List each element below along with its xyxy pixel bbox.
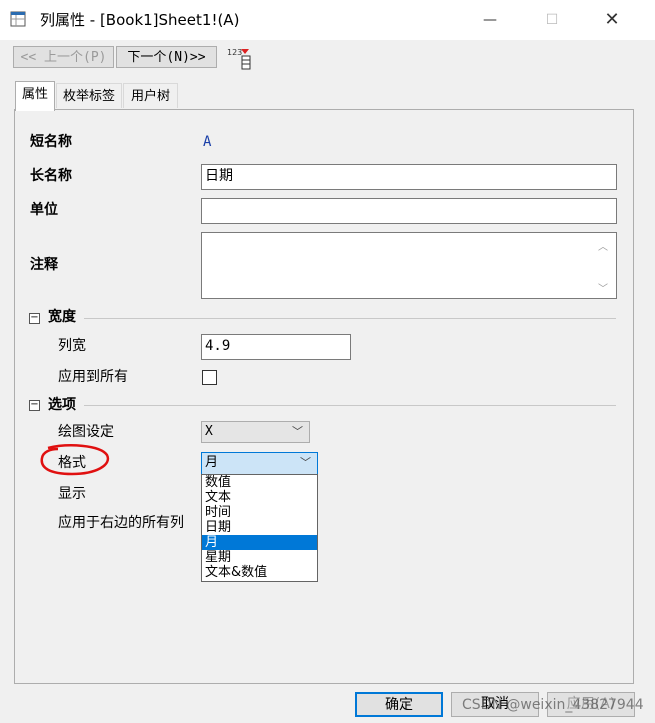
format-value: 月 [205,455,219,470]
next-button[interactable]: 下一个(N)>> [116,46,217,68]
col-width-input[interactable]: 4.9 [201,334,351,360]
plot-designation-label: 绘图设定 [58,424,114,440]
format-option-selected[interactable]: 月 [202,535,317,550]
width-collapse-toggle[interactable]: − [29,313,40,324]
app-icon [10,11,26,27]
minimize-button[interactable]: — [470,6,510,34]
options-section-divider [84,405,616,406]
prev-button[interactable]: << 上一个(P) [13,46,114,68]
unit-input[interactable] [201,198,617,224]
close-button[interactable]: ✕ [592,6,632,34]
short-name-label: 短名称 [30,134,72,150]
width-section-title: 宽度 [48,309,76,325]
format-option[interactable]: 日期 [202,520,317,535]
col-width-label: 列宽 [58,338,86,354]
format-option[interactable]: 数值 [202,475,317,490]
plot-designation-value: X [205,424,213,439]
svg-text:123: 123 [227,48,242,57]
format-option[interactable]: 文本 [202,490,317,505]
options-collapse-toggle[interactable]: − [29,400,40,411]
format-option[interactable]: 文本&数值 [202,565,317,580]
tab-enum-labels[interactable]: 枚举标签 [56,83,122,108]
plot-designation-select[interactable]: X ﹀ [201,421,310,443]
apply-all-label: 应用到所有 [58,369,128,385]
properties-panel [14,109,634,684]
format-dropdown-list: 数值 文本 时间 日期 月 星期 文本&数值 [201,474,318,582]
number-format-icon[interactable]: 123 [226,45,252,71]
red-circle-annotation [40,444,110,476]
chevron-down-icon: ﹀ [300,456,311,469]
watermark: CSDN @weixin_43827944 [462,697,644,713]
ok-button[interactable]: 确定 [355,692,443,717]
long-name-input[interactable]: 日期 [201,164,617,190]
tab-user-tree[interactable]: 用户树 [123,83,178,108]
comment-textarea[interactable] [201,232,617,299]
unit-label: 单位 [30,202,58,218]
format-option[interactable]: 时间 [202,505,317,520]
tab-properties[interactable]: 属性 [15,81,55,111]
scroll-down-icon[interactable]: ﹀ [598,280,608,295]
maximize-button[interactable]: ☐ [532,6,572,34]
options-section-title: 选项 [48,397,76,413]
format-option[interactable]: 星期 [202,550,317,565]
display-label: 显示 [58,486,86,502]
format-select[interactable]: 月 ﹀ [201,452,318,475]
window-title: 列属性 - [Book1]Sheet1!(A) [40,11,240,29]
long-name-label: 长名称 [30,168,72,184]
scroll-up-icon[interactable]: ︿ [598,238,608,253]
apply-all-checkbox[interactable] [202,370,217,385]
width-section-divider [84,318,616,319]
comment-label: 注释 [30,257,58,273]
apply-right-label: 应用于右边的所有列 [58,515,184,531]
chevron-down-icon: ﹀ [292,425,303,438]
short-name-value: A [203,134,212,150]
